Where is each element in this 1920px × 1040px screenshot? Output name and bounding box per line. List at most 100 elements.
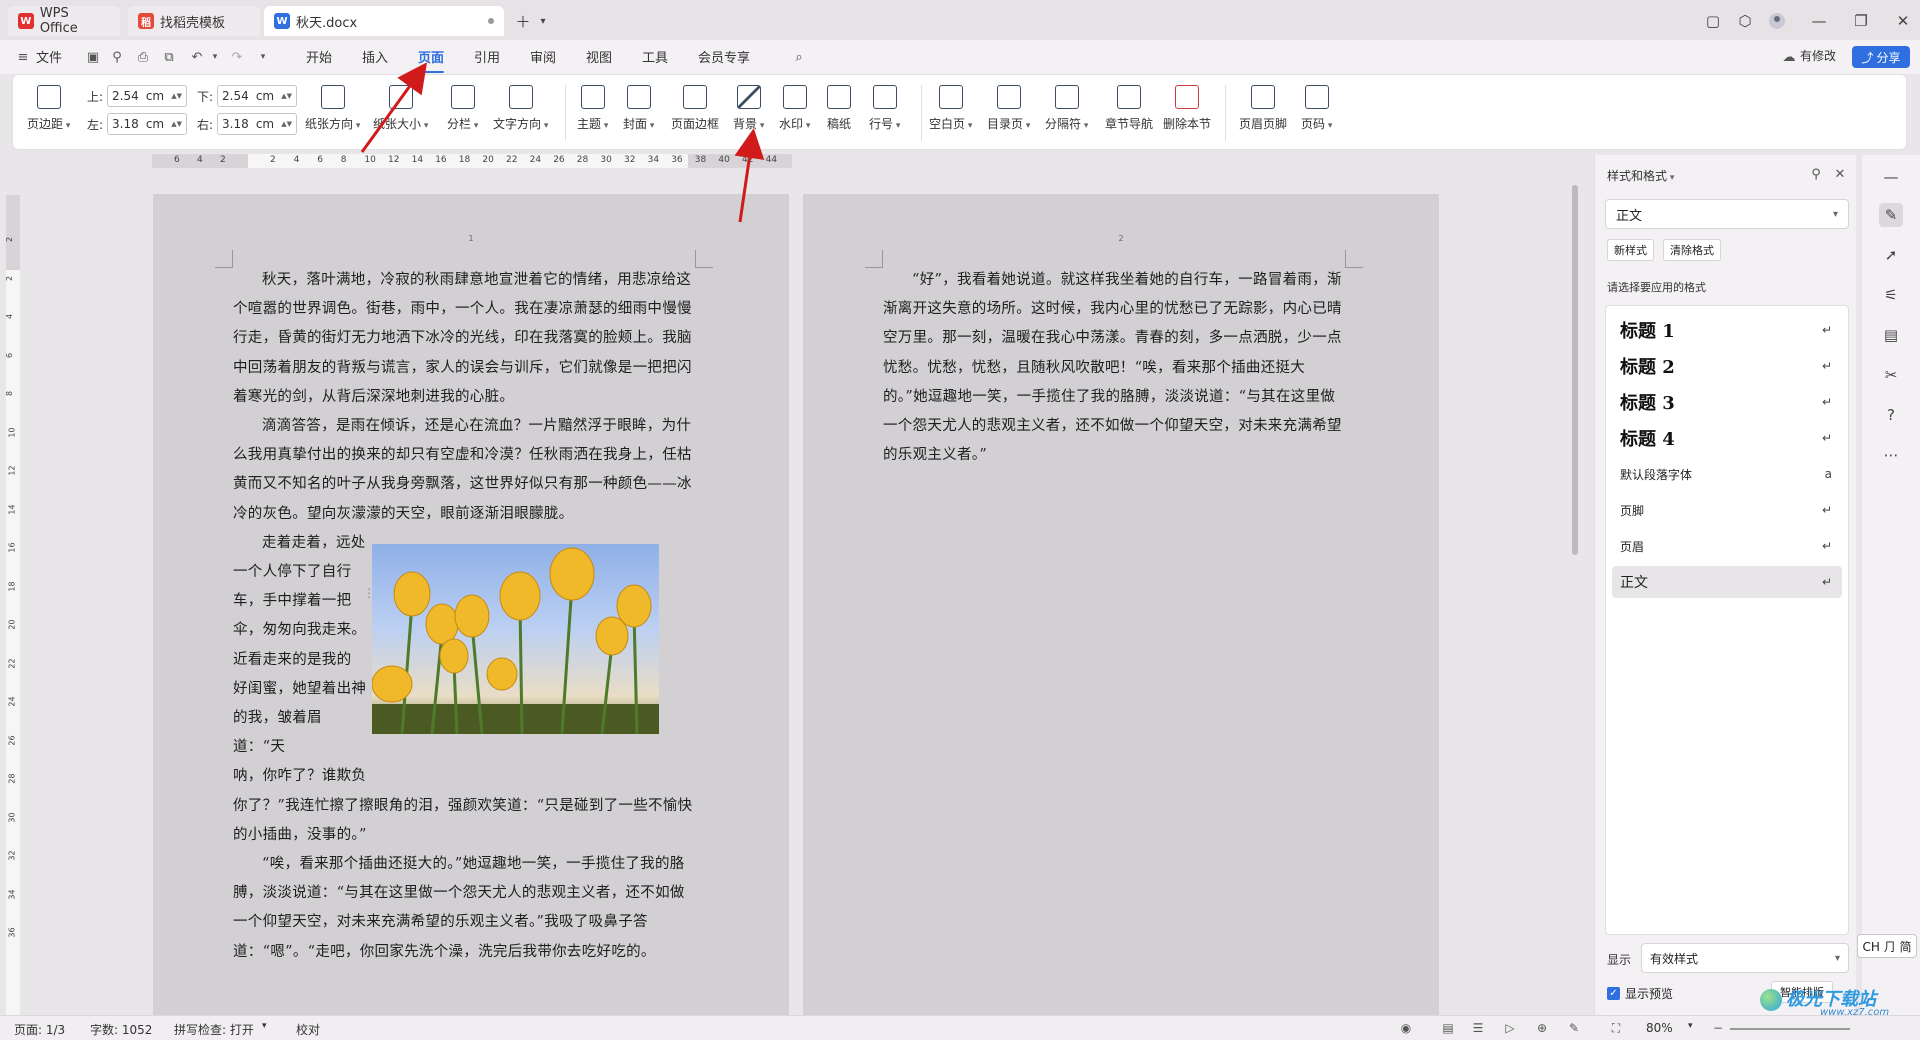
- page-number-button[interactable]: 页码: [1301, 85, 1332, 132]
- blank-page-button[interactable]: 空白页: [929, 85, 972, 132]
- tulip-image[interactable]: [372, 544, 659, 734]
- minimize-icon[interactable]: —: [1808, 10, 1830, 32]
- right-margin-field[interactable]: 右: 3.18 cm ▲▼: [197, 113, 297, 135]
- margins-button[interactable]: 页边距: [27, 85, 70, 132]
- new-style-button[interactable]: 新样式: [1607, 239, 1654, 261]
- select-cursor-icon[interactable]: ➚: [1879, 243, 1903, 267]
- style-item-body[interactable]: 正文 ↵: [1612, 566, 1842, 598]
- print-preview-icon[interactable]: ⧉: [160, 48, 178, 66]
- spin-icon[interactable]: ▲▼: [171, 120, 182, 128]
- pen-icon[interactable]: ✎: [1566, 1020, 1582, 1036]
- unsaved-dot-icon[interactable]: [488, 18, 494, 24]
- style-item-heading-1[interactable]: 标题 1 ↵: [1612, 314, 1842, 346]
- menu-start[interactable]: 开始: [306, 47, 332, 67]
- play-icon[interactable]: ▷: [1502, 1020, 1518, 1036]
- menu-review[interactable]: 审阅: [530, 47, 556, 67]
- zoom-slider[interactable]: [1730, 1028, 1850, 1030]
- menu-tools[interactable]: 工具: [642, 47, 668, 67]
- tools-icon[interactable]: ✂: [1879, 363, 1903, 387]
- new-tab-plus-icon[interactable]: ＋: [512, 10, 534, 32]
- page-1[interactable]: 1 ⋮⋮ 秋天，落叶满地，冷寂的秋雨肆意地宣泄着它的情绪，用悲凉给这个喧嚣的世界…: [153, 194, 789, 1015]
- cube-icon[interactable]: ⬡: [1734, 10, 1756, 32]
- share-doc-icon[interactable]: ⚲: [108, 48, 126, 66]
- search-icon[interactable]: ⌕: [790, 48, 808, 66]
- separator-button[interactable]: 分隔符: [1045, 85, 1088, 132]
- tab-template[interactable]: 稻 找稻壳模板: [128, 6, 260, 36]
- tab-wps-office[interactable]: W WPS Office: [8, 6, 120, 36]
- style-item-footer[interactable]: 页脚 ↵: [1612, 494, 1842, 526]
- proofread[interactable]: 校对: [296, 1021, 320, 1038]
- close-pane-icon[interactable]: ✕: [1831, 165, 1849, 183]
- window-layout-icon[interactable]: ▢: [1702, 10, 1724, 32]
- menu-file[interactable]: 文件: [36, 47, 62, 67]
- page-2-text[interactable]: “好”，我看着她说道。就这样我坐着她的自行车，一路冒着雨，渐渐离开这失意的场所。…: [883, 266, 1345, 470]
- print-icon[interactable]: ⎙: [134, 48, 152, 66]
- clipboard-icon[interactable]: ▤: [1879, 323, 1903, 347]
- toc-page-button[interactable]: 目录页: [987, 85, 1030, 132]
- web-view-icon[interactable]: ⊕: [1534, 1020, 1550, 1036]
- help-icon[interactable]: ?: [1879, 403, 1903, 427]
- menu-page[interactable]: 页面: [418, 47, 445, 73]
- zoom-level[interactable]: 80%: [1646, 1021, 1673, 1035]
- save-icon[interactable]: ▣: [84, 48, 102, 66]
- paper-size-button[interactable]: 纸张大小: [373, 85, 428, 132]
- vertical-ruler[interactable]: 2 2 4 6 8 10 12 14 16 18 20 22 24 26 28 30 32 34 36: [5, 195, 20, 1015]
- close-window-icon[interactable]: ✕: [1892, 10, 1914, 32]
- cloud-sync-icon[interactable]: ☁: [1780, 48, 1798, 66]
- zoom-chevron-icon[interactable]: ▾: [1688, 1021, 1693, 1031]
- word-count[interactable]: 字数: 1052: [90, 1021, 152, 1038]
- menu-reference[interactable]: 引用: [474, 47, 500, 67]
- page-border-button[interactable]: 页面边框: [671, 85, 719, 132]
- section-nav-button[interactable]: 章节导航: [1105, 85, 1153, 132]
- spell-check-status[interactable]: 拼写检查: 打开: [174, 1021, 254, 1038]
- watermark-button[interactable]: 水印: [779, 85, 810, 132]
- spin-icon[interactable]: ▲▼: [281, 120, 292, 128]
- top-margin-field[interactable]: 上: 2.54 cm ▲▼: [87, 85, 187, 107]
- page-count[interactable]: 页面: 1/3: [14, 1021, 65, 1038]
- show-preview-checkbox[interactable]: ✓ 显示预览: [1607, 985, 1673, 1002]
- page-view-icon[interactable]: ▤: [1440, 1020, 1456, 1036]
- tab-document[interactable]: W 秋天.docx: [264, 6, 504, 36]
- avatar[interactable]: [1766, 10, 1788, 32]
- background-button[interactable]: 背景: [733, 85, 764, 132]
- ime-indicator[interactable]: CH ⺆ 简: [1857, 934, 1917, 958]
- bottom-margin-field[interactable]: 下: 2.54 cm ▲▼: [197, 85, 297, 107]
- eye-icon[interactable]: ◉: [1398, 1020, 1414, 1036]
- more-chevron-icon[interactable]: ▾: [254, 48, 272, 66]
- horizontal-ruler[interactable]: 6 4 2 2 4 6 8 10 12 14 16 18 20 22 24 26 28 30 32 34 36 38 40 4…: [152, 154, 792, 168]
- orientation-button[interactable]: 纸张方向: [305, 85, 360, 132]
- delete-section-button[interactable]: 删除本节: [1163, 85, 1211, 132]
- cover-button[interactable]: 封面: [623, 85, 654, 132]
- page-2[interactable]: 2 “好”，我看着她说道。就这样我坐着她的自行车，一路冒着雨，渐渐离开这失意的场…: [803, 194, 1439, 1015]
- style-item-heading-4[interactable]: 标题 4 ↵: [1612, 422, 1842, 454]
- undo-icon[interactable]: ↶: [188, 48, 206, 66]
- menu-insert[interactable]: 插入: [362, 47, 388, 67]
- style-brush-icon[interactable]: ✎: [1879, 203, 1903, 227]
- tab-list-chevron-icon[interactable]: ▾: [532, 10, 554, 32]
- collapse-icon[interactable]: —: [1879, 165, 1903, 189]
- style-item-header[interactable]: 页眉 ↵: [1612, 530, 1842, 562]
- adjust-icon[interactable]: ⚟: [1879, 283, 1903, 307]
- style-item-heading-3[interactable]: 标题 3 ↵: [1612, 386, 1842, 418]
- text-direction-button[interactable]: 文字方向: [493, 85, 548, 132]
- manuscript-button[interactable]: 稿纸: [827, 85, 851, 132]
- menu-member[interactable]: 会员专享: [698, 47, 750, 67]
- spin-icon[interactable]: ▲▼: [281, 92, 292, 100]
- spell-chevron-icon[interactable]: ▾: [262, 1021, 267, 1031]
- clear-format-button[interactable]: 清除格式: [1663, 239, 1721, 261]
- document-scrollbar[interactable]: [1570, 155, 1580, 1015]
- columns-button[interactable]: 分栏: [447, 85, 478, 132]
- style-item-default-font[interactable]: 默认段落字体 a: [1612, 458, 1842, 490]
- style-item-heading-2[interactable]: 标题 2 ↵: [1612, 350, 1842, 382]
- header-footer-button[interactable]: 页眉页脚: [1239, 85, 1287, 132]
- show-filter-select[interactable]: 有效样式 ▾: [1641, 943, 1849, 973]
- zoom-out-icon[interactable]: −: [1710, 1020, 1726, 1036]
- menu-view[interactable]: 视图: [586, 47, 612, 67]
- line-number-button[interactable]: 行号: [869, 85, 900, 132]
- share-button[interactable]: ⤴ 分享: [1852, 46, 1910, 68]
- left-margin-field[interactable]: 左: 3.18 cm ▲▼: [87, 113, 187, 135]
- spin-icon[interactable]: ▲▼: [171, 92, 182, 100]
- outline-view-icon[interactable]: ☰: [1470, 1020, 1486, 1036]
- document-canvas[interactable]: 1 ⋮⋮ 秋天，落叶满地，冷寂的秋雨肆意地宣泄着它的情绪，用悲凉给这个喧嚣的世界…: [22, 170, 1577, 1015]
- scrollbar-thumb[interactable]: [1572, 185, 1578, 555]
